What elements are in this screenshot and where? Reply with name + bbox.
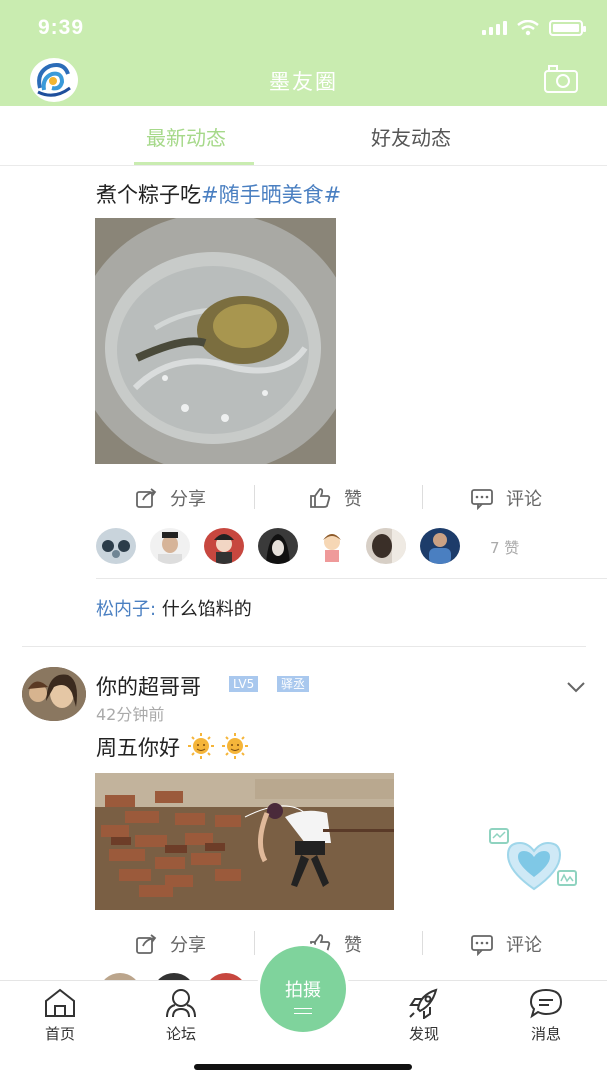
tab-home[interactable]: 首页 xyxy=(20,987,100,1044)
like-label: 赞 xyxy=(344,489,362,510)
floating-heart-icon[interactable] xyxy=(488,827,580,893)
shoot-label: 拍摄 xyxy=(285,980,321,1001)
tab-home-label: 首页 xyxy=(44,1025,75,1043)
share-label: 分享 xyxy=(170,489,206,510)
liker-avatar[interactable] xyxy=(150,528,190,564)
comment-button[interactable]: 评论 xyxy=(470,485,542,511)
post-body: 煮个粽子吃 xyxy=(96,183,201,207)
rocket-icon xyxy=(409,988,438,1019)
divider xyxy=(254,485,255,509)
liker-avatar[interactable] xyxy=(96,528,136,564)
post-photo[interactable] xyxy=(95,218,336,464)
nav-bar: 墨友圈 xyxy=(0,56,607,106)
likers-row[interactable]: 7 赞 xyxy=(96,528,576,568)
post-hashtag[interactable]: #随手晒美食# xyxy=(201,183,341,207)
liker-avatar[interactable] xyxy=(420,528,460,564)
commenter-name[interactable]: 松内子: xyxy=(96,599,156,620)
divider xyxy=(422,931,423,955)
post-actions: 分享 赞 评论 xyxy=(96,923,576,963)
tab-messages-label: 消息 xyxy=(530,1025,561,1043)
sun-emoji-icon xyxy=(222,733,249,759)
top-header: 9:39 墨友圈 xyxy=(0,0,607,106)
post-photo[interactable] xyxy=(95,773,394,910)
liker-avatar[interactable] xyxy=(366,528,406,564)
post-username[interactable]: 你的超哥哥 xyxy=(96,671,201,701)
post-text: 周五你好 xyxy=(96,732,249,762)
share-button[interactable]: 分享 xyxy=(134,931,206,957)
comment-item[interactable]: 松内子: 什么馅料的 xyxy=(96,595,252,621)
divider xyxy=(422,485,423,509)
wifi-icon xyxy=(517,20,539,36)
home-indicator[interactable] xyxy=(194,1064,412,1070)
post-text: 煮个粽子吃#随手晒美食# xyxy=(96,179,341,209)
message-icon xyxy=(529,988,563,1019)
user-avatar[interactable] xyxy=(22,667,86,721)
feed-tabs: 最新动态 好友动态 xyxy=(0,106,607,166)
like-button[interactable]: 赞 xyxy=(308,485,362,511)
tab-discover[interactable]: 发现 xyxy=(384,987,464,1044)
camera-icon[interactable] xyxy=(543,64,579,94)
page-title: 墨友圈 xyxy=(269,70,338,94)
tab-forum-label: 论坛 xyxy=(165,1025,196,1043)
status-bar: 9:39 xyxy=(0,0,607,56)
feed[interactable]: 煮个粽子吃#随手晒美食# 分享 赞 评论 7 赞 松内子: 什么馅料的 你的超哥… xyxy=(0,167,607,980)
active-tab-indicator xyxy=(134,162,254,165)
tab-latest[interactable]: 最新动态 xyxy=(146,122,226,151)
comment-text: 什么馅料的 xyxy=(156,599,252,620)
tab-messages[interactable]: 消息 xyxy=(506,987,586,1044)
thumbs-up-icon xyxy=(310,488,331,508)
liker-avatar[interactable] xyxy=(204,528,244,564)
level-badge: LV5 xyxy=(229,676,259,692)
comment-icon xyxy=(471,935,493,956)
divider xyxy=(96,578,607,579)
share-icon xyxy=(136,934,157,954)
menu-lines-icon xyxy=(294,1008,312,1014)
post-body: 周五你好 xyxy=(96,736,180,760)
liker-avatar[interactable] xyxy=(258,528,298,564)
tab-friends[interactable]: 好友动态 xyxy=(371,122,451,151)
status-icons xyxy=(482,20,586,36)
liker-avatar[interactable] xyxy=(312,528,352,564)
tab-forum[interactable]: 论坛 xyxy=(141,987,221,1044)
comment-label: 评论 xyxy=(506,935,542,956)
post-actions: 分享 赞 评论 xyxy=(96,477,576,517)
liker-avatar[interactable] xyxy=(100,973,140,980)
like-label: 赞 xyxy=(344,935,362,956)
comment-button[interactable]: 评论 xyxy=(470,931,542,957)
battery-icon xyxy=(549,20,586,36)
tab-discover-label: 发现 xyxy=(408,1025,439,1043)
forum-icon xyxy=(166,989,196,1018)
sun-emoji-icon xyxy=(187,733,214,759)
shoot-button[interactable]: 拍摄 xyxy=(260,946,346,1032)
share-label: 分享 xyxy=(170,935,206,956)
likes-count[interactable]: 7 赞 xyxy=(490,537,519,558)
home-icon xyxy=(45,988,75,1017)
comment-icon xyxy=(471,489,493,510)
comment-label: 评论 xyxy=(506,489,542,510)
role-badge: 驿丞 xyxy=(277,676,310,692)
share-button[interactable]: 分享 xyxy=(134,485,206,511)
post-time: 42分钟前 xyxy=(96,705,165,724)
share-icon xyxy=(136,488,157,508)
status-time: 9:39 xyxy=(38,16,85,39)
signal-icon xyxy=(482,21,507,35)
liker-avatar[interactable] xyxy=(206,973,246,980)
post-divider xyxy=(22,646,586,647)
divider xyxy=(254,931,255,955)
chevron-down-icon[interactable] xyxy=(566,681,586,693)
liker-avatar[interactable] xyxy=(154,973,194,980)
